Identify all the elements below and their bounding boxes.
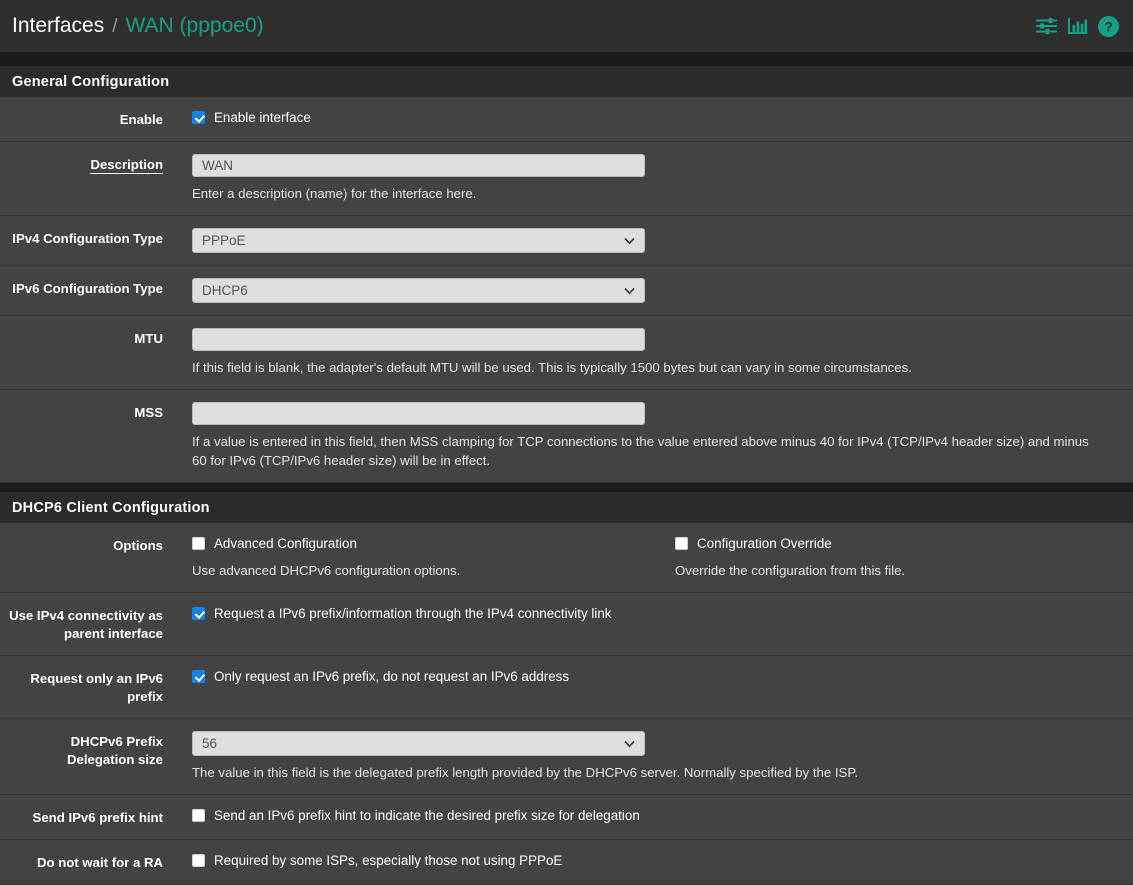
ipv6-configuration-type-value: DHCP6 <box>202 283 248 298</box>
row-do-not-wait-for-a-ra: Do not wait for a RA Required by some IS… <box>0 840 1133 885</box>
control-do-not-wait-for-a-ra: Required by some ISPs, especially those … <box>163 852 1133 869</box>
breadcrumb: Interfaces / WAN (pppoe0) <box>12 14 1036 38</box>
control-ipv4-configuration-type: PPPoE <box>163 228 1133 253</box>
description-input[interactable] <box>192 154 645 177</box>
ipv4-configuration-type-select[interactable]: PPPoE <box>192 228 645 253</box>
label-do-not-wait-for-a-ra: Do not wait for a RA <box>36 855 163 870</box>
breadcrumb-current-interface: WAN (pppoe0) <box>125 14 264 37</box>
configuration-override-checkbox[interactable] <box>675 537 688 550</box>
row-send-ipv6-prefix-hint: Send IPv6 prefix hint Send an IPv6 prefi… <box>0 795 1133 840</box>
row-ipv4-configuration-type: IPv4 Configuration Type PPPoE <box>0 216 1133 266</box>
breadcrumb-separator: / <box>112 16 118 37</box>
label-send-ipv6-prefix-hint: Send IPv6 prefix hint <box>32 810 163 825</box>
label-ipv6-configuration-type: IPv6 Configuration Type <box>12 281 163 296</box>
svg-text:?: ? <box>1104 18 1113 34</box>
label-enable: Enable <box>119 112 163 127</box>
bar-chart-icon[interactable] <box>1068 17 1087 35</box>
enable-interface-checkbox[interactable] <box>192 111 205 124</box>
advanced-configuration-checkbox-label: Advanced Configuration <box>214 536 357 551</box>
control-mss: If a value is entered in this field, the… <box>163 402 1133 470</box>
enable-interface-checkbox-label: Enable interface <box>214 110 311 125</box>
prefix-only-checkbox-label: Only request an IPv6 prefix, do not requ… <box>214 669 570 684</box>
label-description: Description <box>0 154 163 174</box>
section-spacer <box>0 483 1133 492</box>
control-ipv6-configuration-type: DHCP6 <box>163 278 1133 303</box>
row-ipv6-configuration-type: IPv6 Configuration Type DHCP6 <box>0 266 1133 316</box>
control-options: Advanced Configuration Use advanced DHCP… <box>163 535 1133 580</box>
row-options: Options Advanced Configuration Use advan… <box>0 523 1133 593</box>
control-send-ipv6-prefix-hint: Send an IPv6 prefix hint to indicate the… <box>163 807 1133 824</box>
header-actions: ? <box>1035 15 1119 37</box>
page-header: Interfaces / WAN (pppoe0) ? <box>0 0 1133 52</box>
dhcpv6-prefix-delegation-size-value: 56 <box>202 736 218 751</box>
control-use-ipv4-connectivity-as-parent-interface: Request a IPv6 prefix/information throug… <box>163 605 1133 622</box>
mss-help-text: If a value is entered in this field, the… <box>192 434 1089 468</box>
label-mss: MSS <box>134 405 163 420</box>
prefix-only-checkbox[interactable] <box>192 670 205 683</box>
option-configuration-override: Configuration Override Override the conf… <box>675 535 1133 580</box>
control-description: Enter a description (name) for the inter… <box>163 154 1133 203</box>
row-use-ipv4-connectivity-as-parent-interface: Use IPv4 connectivity as parent interfac… <box>0 593 1133 656</box>
row-dhcpv6-prefix-delegation-size: DHCPv6 Prefix Delegation size 56 The val… <box>0 719 1133 795</box>
no-wait-ra-checkbox-label: Required by some ISPs, especially those … <box>214 853 563 868</box>
prefix-hint-checkbox-row[interactable]: Send an IPv6 prefix hint to indicate the… <box>192 807 1133 824</box>
header-spacer <box>0 52 1133 66</box>
row-request-only-an-ipv6-prefix: Request only an IPv6 prefix Only request… <box>0 656 1133 719</box>
mtu-input[interactable] <box>192 328 645 351</box>
label-dhcpv6-prefix-delegation-size: DHCPv6 Prefix Delegation size <box>66 734 163 767</box>
section-body-dhcp6-client-configuration: Options Advanced Configuration Use advan… <box>0 523 1133 885</box>
advanced-configuration-checkbox[interactable] <box>192 537 205 550</box>
no-wait-ra-checkbox-row[interactable]: Required by some ISPs, especially those … <box>192 852 1133 869</box>
label-request-only-an-ipv6-prefix: Request only an IPv6 prefix <box>30 671 163 704</box>
sliders-icon[interactable] <box>1035 17 1058 35</box>
label-description-text: Description <box>90 157 163 174</box>
parent-interface-checkbox-row[interactable]: Request a IPv6 prefix/information throug… <box>192 605 1133 622</box>
parent-interface-checkbox-label: Request a IPv6 prefix/information throug… <box>214 606 612 621</box>
label-mtu: MTU <box>134 331 163 346</box>
chevron-down-icon <box>624 287 635 294</box>
no-wait-ra-checkbox[interactable] <box>192 854 205 867</box>
dhcpv6-prefix-delegation-size-select[interactable]: 56 <box>192 731 645 756</box>
label-options: Options <box>113 538 163 553</box>
mtu-help-text: If this field is blank, the adapter's de… <box>192 360 912 375</box>
control-enable: Enable interface <box>163 109 1133 126</box>
row-mss: MSS If a value is entered in this field,… <box>0 390 1133 483</box>
prefix-hint-checkbox[interactable] <box>192 809 205 822</box>
configuration-override-help-text: Override the configuration from this fil… <box>675 563 906 578</box>
configuration-override-checkbox-label: Configuration Override <box>697 536 832 551</box>
description-help-text: Enter a description (name) for the inter… <box>192 186 477 201</box>
prefix-only-checkbox-row[interactable]: Only request an IPv6 prefix, do not requ… <box>192 668 1133 685</box>
row-enable: Enable Enable interface <box>0 97 1133 142</box>
ipv6-configuration-type-select[interactable]: DHCP6 <box>192 278 645 303</box>
section-header-dhcp6-client-configuration: DHCP6 Client Configuration <box>0 492 1133 523</box>
help-icon[interactable]: ? <box>1098 15 1119 37</box>
dhcpv6-prefix-delegation-size-help-text: The value in this field is the delegated… <box>192 765 859 780</box>
label-ipv4-configuration-type: IPv4 Configuration Type <box>12 231 163 246</box>
label-use-ipv4-connectivity-as-parent-interface: Use IPv4 connectivity as parent interfac… <box>9 608 163 641</box>
configuration-override-checkbox-row[interactable]: Configuration Override <box>675 535 1133 552</box>
advanced-configuration-checkbox-row[interactable]: Advanced Configuration <box>192 535 675 552</box>
ipv4-configuration-type-value: PPPoE <box>202 233 246 248</box>
control-request-only-an-ipv6-prefix: Only request an IPv6 prefix, do not requ… <box>163 668 1133 685</box>
control-mtu: If this field is blank, the adapter's de… <box>163 328 1133 377</box>
section-body-general-configuration: Enable Enable interface Description Ente… <box>0 97 1133 483</box>
breadcrumb-root[interactable]: Interfaces <box>12 14 104 38</box>
parent-interface-checkbox[interactable] <box>192 607 205 620</box>
control-dhcpv6-prefix-delegation-size: 56 The value in this field is the delega… <box>163 731 1133 782</box>
row-description: Description Enter a description (name) f… <box>0 142 1133 216</box>
advanced-configuration-help-text: Use advanced DHCPv6 configuration option… <box>192 563 461 578</box>
options-columns: Advanced Configuration Use advanced DHCP… <box>192 535 1133 580</box>
mss-input[interactable] <box>192 402 645 425</box>
option-advanced-configuration: Advanced Configuration Use advanced DHCP… <box>192 535 675 580</box>
section-header-general-configuration: General Configuration <box>0 66 1133 97</box>
chevron-down-icon <box>624 237 635 244</box>
prefix-hint-checkbox-label: Send an IPv6 prefix hint to indicate the… <box>214 808 640 823</box>
enable-interface-checkbox-row[interactable]: Enable interface <box>192 109 1133 126</box>
chevron-down-icon <box>624 740 635 747</box>
row-mtu: MTU If this field is blank, the adapter'… <box>0 316 1133 390</box>
